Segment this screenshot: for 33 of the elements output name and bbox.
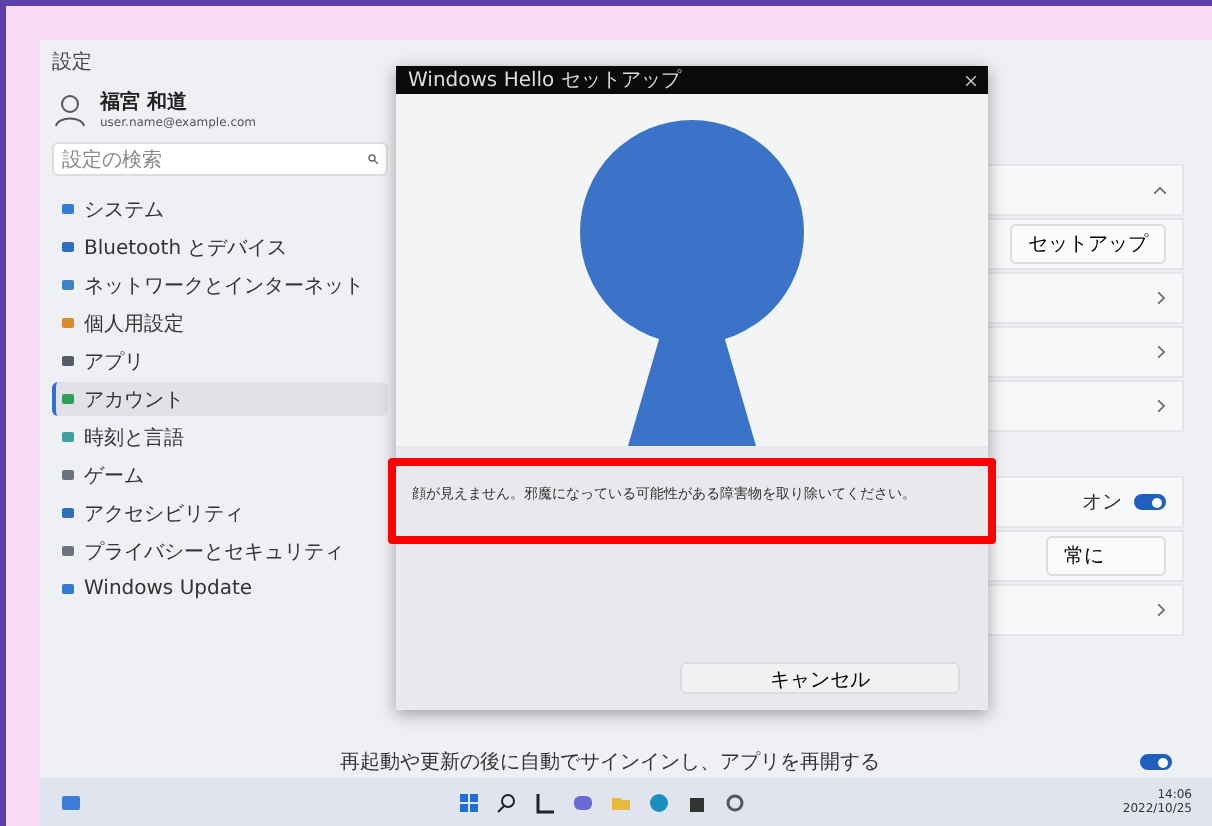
- chevron-right-icon: [1158, 346, 1166, 358]
- nav-item[interactable]: ネットワークとインターネット: [52, 268, 388, 302]
- chevron-right-icon: [1158, 292, 1166, 304]
- toggle-label: オン: [1082, 490, 1122, 516]
- nav-item[interactable]: アプリ: [52, 344, 388, 378]
- search-field[interactable]: 設定の検索: [52, 142, 388, 176]
- user-name: 福宮 和道: [100, 88, 189, 116]
- window-title: 設定: [52, 49, 94, 76]
- chevron-right-icon: [1158, 400, 1166, 412]
- dialog-title: Windows Hello セットアップ: [408, 67, 681, 94]
- start-icon[interactable]: [458, 791, 481, 813]
- nav-item[interactable]: 個人用設定: [52, 306, 388, 340]
- nav-item[interactable]: プライバシーとセキュリティ: [52, 534, 388, 568]
- nav-item[interactable]: システム: [52, 192, 388, 226]
- dropdown[interactable]: 常に: [1046, 536, 1166, 576]
- cancel-button[interactable]: キャンセル: [680, 662, 960, 694]
- footer-text: 再起動や更新の後に自動でサインインし、アプリを再開する: [340, 749, 880, 776]
- search-icon[interactable]: [496, 791, 519, 813]
- nav-item[interactable]: アクセシビリティ: [52, 496, 388, 530]
- close-icon[interactable]: [966, 75, 976, 85]
- nav-item[interactable]: Windows Update: [52, 572, 388, 606]
- nav-item[interactable]: Bluetooth とデバイス: [52, 230, 388, 264]
- setup-button[interactable]: セットアップ: [1010, 224, 1166, 264]
- toggle-switch[interactable]: [1134, 494, 1166, 510]
- search-icon: [368, 154, 378, 164]
- user-avatar-icon: [52, 91, 88, 127]
- toggle-switch[interactable]: [1140, 754, 1172, 770]
- chevron-right-icon: [1158, 604, 1166, 616]
- chevron-icon[interactable]: [1154, 186, 1166, 194]
- widgets-icon[interactable]: [60, 791, 82, 813]
- nav-item[interactable]: ゲーム: [52, 458, 388, 492]
- nav-item[interactable]: 時刻と言語: [52, 420, 388, 454]
- nav-item[interactable]: アカウント: [52, 382, 388, 416]
